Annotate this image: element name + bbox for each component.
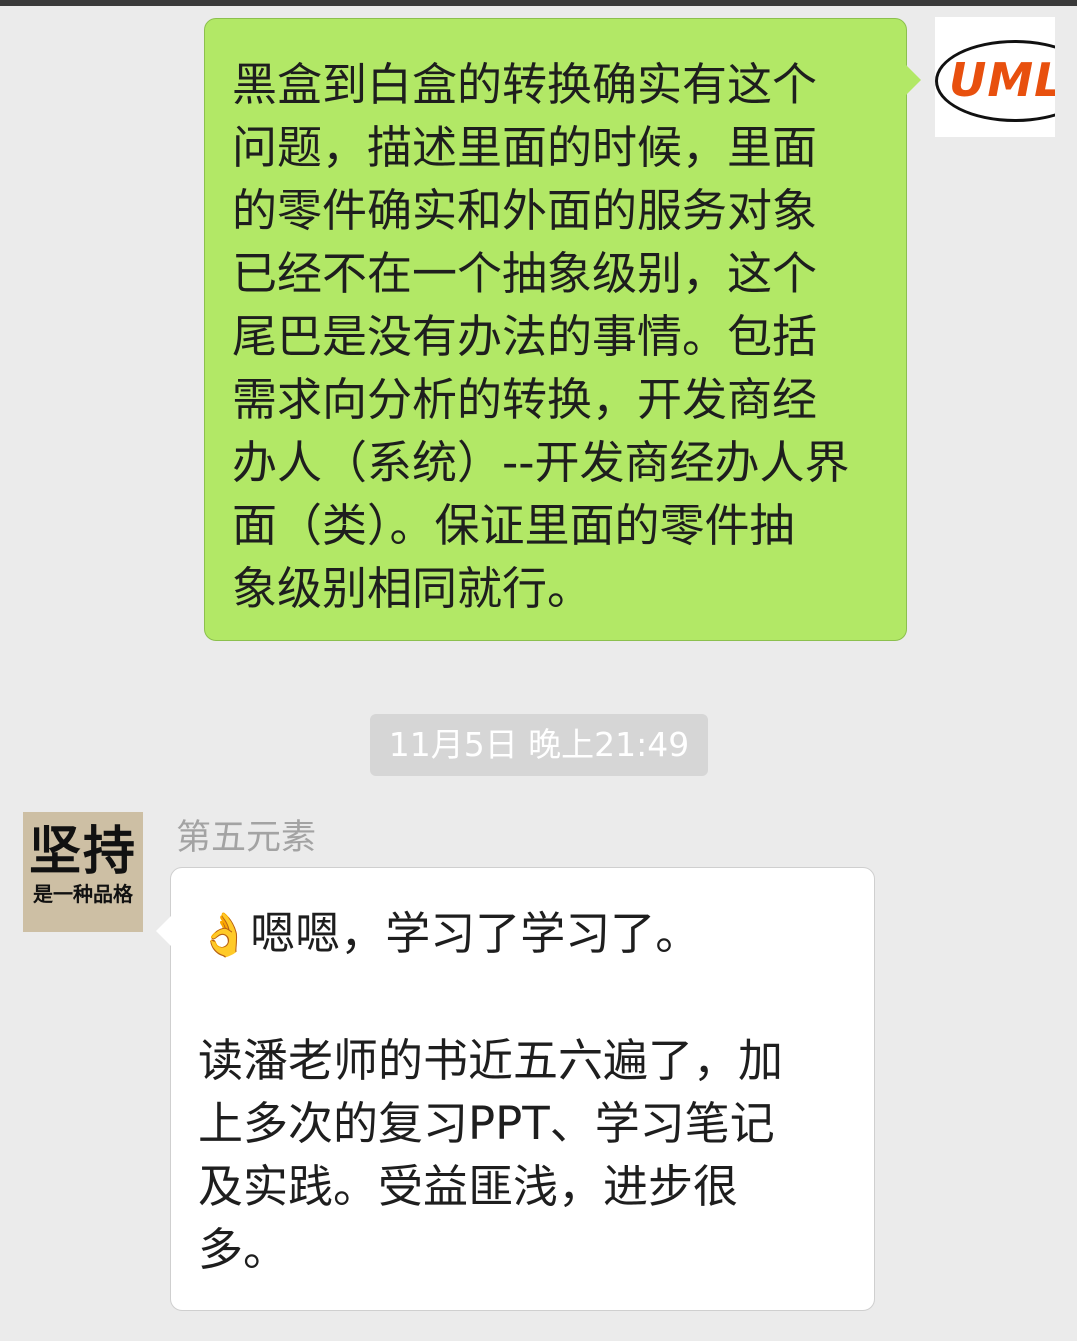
message-line: 上多次的复习PPT、学习笔记 [198, 1097, 775, 1150]
message-text: 嗯嗯，学习了学习了。 [250, 907, 701, 960]
message-line: 及实践。受益匪浅，进步很 [198, 1160, 739, 1213]
message-line: 问题，描述里面的时候，里面 [232, 121, 818, 174]
message-line: 黑盒到白盒的转换确实有这个 [232, 58, 818, 111]
bubble-tail [156, 916, 171, 946]
message-line: 象级别相同就行。 [232, 562, 593, 615]
message-line: 尾巴是没有办法的事情。包括 [232, 310, 818, 363]
message-line: 办人（系统）--开发商经办人界 [232, 436, 850, 489]
ok-hand-icon: 👌 [198, 910, 251, 959]
avatar-subtitle: 是一种品格 [33, 882, 133, 906]
message-line: 需求向分析的转换，开发商经 [232, 373, 818, 426]
message-line: 已经不在一个抽象级别，这个 [232, 247, 818, 300]
message-line: 的零件确实和外面的服务对象 [232, 184, 818, 237]
timestamp-badge: 11月5日 晚上21:49 [370, 714, 708, 776]
incoming-message-bubble[interactable]: 👌嗯嗯，学习了学习了。 读潘老师的书近五六遍了，加 上多次的复习PPT、学习笔记… [156, 867, 875, 1311]
status-bar-edge [0, 0, 1077, 6]
sender-avatar[interactable]: 坚持 是一种品格 [23, 812, 143, 932]
message-line: 读潘老师的书近五六遍了，加 [198, 1034, 784, 1087]
outgoing-message-bubble[interactable]: 黑盒到白盒的转换确实有这个 问题，描述里面的时候，里面 的零件确实和外面的服务对… [204, 18, 921, 641]
self-avatar[interactable]: UML [935, 17, 1055, 137]
avatar-title: 坚持 [28, 822, 137, 882]
message-line: 多。 [198, 1223, 289, 1276]
message-first-line: 👌嗯嗯，学习了学习了。 [198, 902, 874, 966]
uml-logo-text: UML [949, 53, 1055, 107]
message-line: 面（类）。保证里面的零件抽 [232, 499, 795, 552]
sender-name: 第五元素 [176, 818, 317, 858]
bubble-tail [906, 65, 921, 95]
